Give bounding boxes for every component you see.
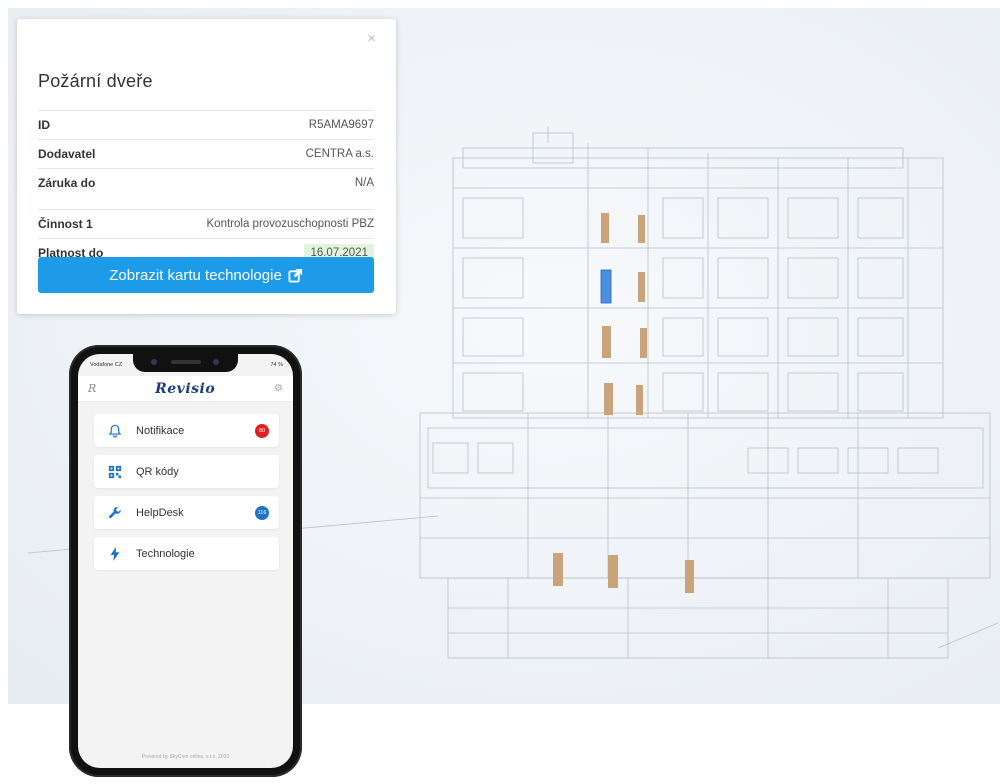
fire-door xyxy=(604,383,613,415)
main-menu: Notifikace 80 QR kódy HelpDesk 116 Techn… xyxy=(94,414,279,578)
property-label: Dodavatel xyxy=(38,147,96,161)
properties-table: ID R5AMA9697 Dodavatel CENTRA a.s. Záruk… xyxy=(38,110,374,268)
helpdesk-count-badge: 116 xyxy=(255,506,269,520)
table-row: Činnost 1 Kontrola provozuschopnosti PBZ xyxy=(38,209,374,238)
fire-door xyxy=(685,560,694,593)
table-row: Záruka do N/A xyxy=(38,168,374,197)
property-value: CENTRA a.s. xyxy=(305,148,374,160)
fire-door xyxy=(638,215,645,243)
table-row: Dodavatel CENTRA a.s. xyxy=(38,139,374,168)
property-label: Záruka do xyxy=(38,176,96,190)
menu-item-notifikace[interactable]: Notifikace 80 xyxy=(94,414,279,447)
table-row: ID R5AMA9697 xyxy=(38,110,374,139)
menu-label: Notifikace xyxy=(136,424,185,437)
bell-icon xyxy=(106,424,124,438)
lightning-icon xyxy=(106,546,124,561)
menu-item-helpdesk[interactable]: HelpDesk 116 xyxy=(94,496,279,529)
fire-door xyxy=(640,328,647,358)
fire-door xyxy=(608,555,618,588)
menu-label: Technologie xyxy=(136,547,195,560)
menu-label: HelpDesk xyxy=(136,506,184,519)
carrier-label: Vodafone CZ xyxy=(90,362,123,368)
button-label: Zobrazit kartu technologie xyxy=(109,266,282,284)
panel-title: Požární dveře xyxy=(38,71,153,91)
gear-icon[interactable]: ⚙ xyxy=(274,383,283,394)
menu-item-qr-kody[interactable]: QR kódy xyxy=(94,455,279,488)
fire-door xyxy=(601,213,609,243)
menu-item-technologie[interactable]: Technologie xyxy=(94,537,279,570)
camera-icon xyxy=(151,359,157,365)
property-label: ID xyxy=(38,118,50,132)
fire-door-selected xyxy=(600,269,612,304)
phone-notch xyxy=(133,354,238,372)
element-info-panel: × Požární dveře ID R5AMA9697 Dodavatel C… xyxy=(17,19,396,314)
fire-door xyxy=(636,385,643,415)
notification-count-badge: 80 xyxy=(255,424,269,438)
sensor-icon xyxy=(213,359,219,365)
wrench-icon xyxy=(106,506,124,520)
app-header: R Revisio ⚙ xyxy=(78,376,293,402)
powered-by-note: Powered by SkyCom online, s.r.o. 2020 xyxy=(141,754,230,760)
property-value: N/A xyxy=(354,177,374,189)
property-label: Činnost 1 xyxy=(38,217,93,231)
qr-code-icon xyxy=(106,465,124,479)
property-value: R5AMA9697 xyxy=(308,119,374,131)
phone-screen: Vodafone CZ 74 % R Revisio ⚙ Notifikace … xyxy=(78,354,293,768)
app-logo-icon[interactable]: R xyxy=(88,382,96,395)
fire-door xyxy=(602,326,611,358)
menu-label: QR kódy xyxy=(136,465,179,478)
fire-door xyxy=(553,553,563,586)
battery-label: 74 % xyxy=(270,362,283,368)
property-value: Kontrola provozuschopnosti PBZ xyxy=(206,218,374,230)
show-technology-card-button[interactable]: Zobrazit kartu technologie xyxy=(38,257,374,293)
fire-door xyxy=(638,272,645,302)
close-icon[interactable]: × xyxy=(367,31,376,46)
external-link-icon xyxy=(288,268,302,283)
phone-mockup: Vodafone CZ 74 % R Revisio ⚙ Notifikace … xyxy=(69,345,302,777)
brand-logo: Revisio xyxy=(155,380,216,397)
speaker-icon xyxy=(171,360,201,364)
